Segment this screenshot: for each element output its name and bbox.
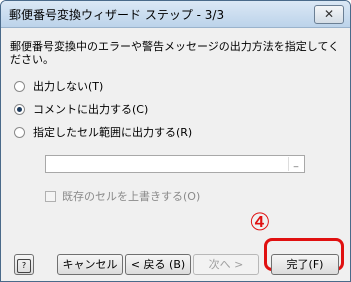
option-range-output[interactable]: 指定したセル範囲に出力する(R)	[14, 124, 192, 140]
help-icon: ?	[17, 259, 31, 273]
overwrite-option: 既存のセルを上書きする(O)	[45, 188, 200, 204]
radio-range-output[interactable]	[14, 126, 25, 138]
wizard-dialog: 郵便番号変換ウィザード ステップ - 3/3 ✕ 郵便番号変換中のエラーや警告メ…	[0, 0, 351, 282]
option-no-output[interactable]: 出力しない(T)	[14, 78, 103, 94]
dialog-content: 郵便番号変換中のエラーや警告メッセージの出力方法を指定してください。 出力しない…	[1, 28, 350, 281]
radio-no-output[interactable]	[14, 80, 25, 92]
range-input[interactable]: _	[45, 155, 305, 173]
close-icon: ✕	[323, 7, 335, 21]
annotation-number: ④	[249, 208, 271, 236]
radio-comment-output[interactable]	[14, 103, 25, 115]
option-range-output-label: 指定したセル範囲に出力する(R)	[33, 126, 193, 139]
back-button[interactable]: < 戻る (B)	[125, 254, 191, 275]
finish-button[interactable]: 完了(F)	[271, 254, 339, 275]
option-comment-output[interactable]: コメントに出力する(C)	[14, 101, 148, 117]
help-button[interactable]: ?	[14, 254, 34, 275]
option-comment-output-label: コメントに出力する(C)	[33, 103, 149, 116]
cancel-button[interactable]: キャンセル	[57, 254, 123, 275]
overwrite-checkbox	[45, 190, 56, 202]
title-bar[interactable]: 郵便番号変換ウィザード ステップ - 3/3 ✕	[1, 1, 350, 28]
next-button[interactable]: 次へ >	[193, 254, 259, 275]
close-button[interactable]: ✕	[314, 5, 344, 24]
option-no-output-label: 出力しない(T)	[33, 80, 104, 93]
range-select-button[interactable]: _	[288, 157, 303, 171]
instruction-text: 郵便番号変換中のエラーや警告メッセージの出力方法を指定してください。	[10, 40, 340, 66]
dialog-title: 郵便番号変換ウィザード ステップ - 3/3	[9, 8, 225, 22]
overwrite-label: 既存のセルを上書きする(O)	[62, 190, 201, 203]
